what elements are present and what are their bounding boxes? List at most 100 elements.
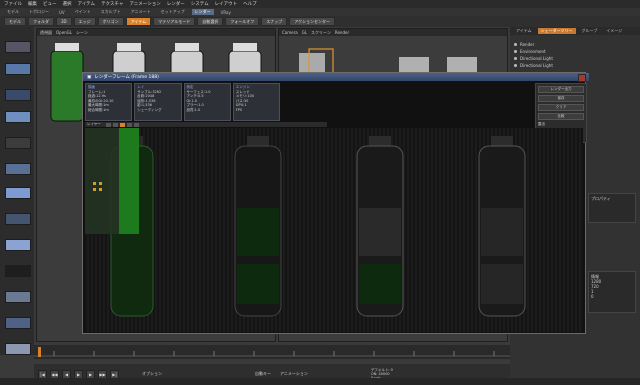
menu-item[interactable]: アイテム (78, 1, 96, 7)
preset-thumb[interactable] (5, 137, 31, 149)
menu-layout[interactable]: レイアウト (215, 1, 238, 7)
tab-groups[interactable]: グループ (579, 28, 601, 34)
menu-render[interactable]: レンダー (167, 1, 185, 7)
stats-line: 総合時間:1m (88, 107, 109, 112)
preset-thumb[interactable] (5, 265, 31, 277)
menu-file[interactable]: ファイル (4, 1, 22, 7)
menu-animation[interactable]: アニメーション (129, 1, 160, 7)
preset-thumb[interactable] (5, 111, 31, 123)
menu-texture[interactable]: テクスチャ (101, 1, 123, 7)
tab-setup[interactable]: セットアップ (158, 9, 188, 15)
animation-label[interactable]: アニメーション (280, 371, 308, 377)
tab-items[interactable]: アイテム (513, 28, 535, 34)
preset-thumb[interactable] (5, 187, 31, 199)
preset-thumb[interactable] (5, 89, 31, 101)
tab-sculpt[interactable]: スカルプト (98, 9, 124, 15)
viewport-tab[interactable]: シーン (76, 30, 88, 36)
tab-topology[interactable]: トポロジー (26, 9, 52, 15)
viewport-tab[interactable]: Render (335, 30, 349, 35)
exposure-label: 露出 (538, 122, 545, 126)
info-value: 0 (591, 294, 594, 299)
preset-thumb[interactable] (5, 213, 31, 225)
tool-snap-button[interactable]: スナップ (261, 17, 288, 26)
preset-thumb[interactable] (5, 163, 31, 175)
properties-section: プロパティ (588, 193, 636, 223)
save-button[interactable]: 保存 (538, 95, 584, 102)
tree-item[interactable]: Directional Light (514, 62, 553, 68)
main-toolbar: モデル フォルダ 3D エッジ ポリゴン アイテム マテリアルモード 自動選択 … (0, 16, 640, 27)
render-image[interactable] (85, 128, 583, 332)
tab-paint[interactable]: ペイント (72, 9, 94, 15)
visibility-icon[interactable] (514, 56, 517, 60)
visibility-icon[interactable] (514, 42, 517, 46)
window-titlebar[interactable]: ▣ レンダーフレーム (Frame 188) (83, 73, 589, 82)
menu-bar: ファイル 編集 ビュー 選択 アイテム テクスチャ アニメーション レンダー シ… (0, 0, 640, 8)
info-section: 情報 1280 720 1 0 (588, 271, 636, 313)
tab-model[interactable]: モデル (4, 9, 22, 15)
tool-autoselect-button[interactable]: 自動選択 (197, 17, 224, 26)
tool-material-button[interactable]: マテリアルモード (153, 17, 196, 26)
menu-system[interactable]: システム (191, 1, 209, 7)
tool-item-button[interactable]: アイテム (125, 17, 152, 26)
tool-edge-button[interactable]: エッジ (73, 17, 96, 26)
layer-slot[interactable] (126, 122, 132, 127)
tool-3d-button[interactable]: 3D (56, 17, 72, 26)
menu-help[interactable]: ヘルプ (243, 1, 257, 7)
clear-button[interactable]: クリア (538, 104, 584, 111)
tree-item-label: Render (520, 41, 535, 47)
preset-thumb[interactable] (5, 41, 31, 53)
render-stats: 描画 フレーム:1 経過:12.9s 最初のGI:20.10 最大時間:1m 総… (85, 83, 280, 121)
layer-label: レイヤー (87, 122, 101, 126)
preset-thumb[interactable] (5, 291, 31, 303)
tab-vray[interactable]: VRay (218, 10, 234, 15)
preset-thumb[interactable] (5, 343, 31, 355)
options-label[interactable]: オプション (142, 371, 162, 377)
window-title: レンダーフレーム (Frame 188) (94, 75, 159, 80)
render-canvas (85, 128, 526, 317)
viewport-tab[interactable]: スクリーン (311, 30, 331, 36)
layer-slot[interactable] (112, 122, 118, 127)
layer-slot[interactable] (133, 122, 139, 127)
compare-button[interactable]: 比較 (538, 113, 584, 120)
tab-images[interactable]: イメージ (603, 28, 625, 34)
tree-item-label: Directional Light (520, 62, 553, 68)
menu-view[interactable]: ビュー (43, 1, 57, 7)
tool-actioncenter-button[interactable]: アクションセンター (289, 17, 336, 26)
stats-column: エンジン スレッド メモリ:100 パス:30 GPU:1 FPS (232, 83, 280, 121)
stats-column: レイ サンプル:3262 反射:2048 屈折:1,536 影:1,536 シェ… (134, 83, 182, 121)
tab-render[interactable]: レンダー (191, 9, 214, 15)
menu-edit[interactable]: 編集 (28, 1, 37, 7)
timeline[interactable] (34, 345, 510, 359)
render-frame-window[interactable]: ▣ レンダーフレーム (Frame 188) 描画 フレーム:1 経過:12.9… (82, 72, 589, 334)
close-icon[interactable] (578, 74, 586, 82)
layout-tabs: モデル トポロジー UV ペイント スカルプト アニメート セットアップ レンダ… (0, 8, 640, 16)
preset-thumb[interactable] (5, 317, 31, 329)
layer-slot[interactable] (119, 122, 125, 127)
viewport-header: 透視図 OpenGL シーン (37, 29, 275, 36)
tool-falloff-button[interactable]: フォールオフ (225, 17, 260, 26)
visibility-icon[interactable] (514, 63, 517, 67)
right-panel-tabs: アイテム シェーダーツリー グループ イメージ (510, 27, 640, 35)
section-label: プロパティ (591, 196, 611, 201)
tool-polygon-button[interactable]: ポリゴン (97, 17, 124, 26)
tree-item[interactable]: Directional Light (514, 55, 553, 61)
preset-thumb[interactable] (5, 239, 31, 251)
viewport-tab[interactable]: OpenGL (56, 30, 72, 35)
tab-animate[interactable]: アニメート (128, 9, 154, 15)
visibility-icon[interactable] (514, 49, 517, 53)
tab-shader-tree[interactable]: シェーダーツリー (537, 28, 576, 34)
tree-item-label: Environment (520, 48, 546, 54)
tree-item[interactable]: Environment (514, 48, 546, 54)
stats-line: シェーディング (137, 107, 162, 112)
autokey-label[interactable]: 自動キー (255, 371, 271, 377)
menu-select[interactable]: 選択 (63, 1, 72, 7)
preset-thumb[interactable] (5, 63, 31, 75)
viewport-title: 透視図 (40, 29, 52, 35)
tab-uv[interactable]: UV (56, 10, 68, 15)
render-output-button[interactable]: レンダー出力 (538, 86, 584, 93)
layer-slot[interactable] (105, 122, 111, 127)
viewport-tab[interactable]: GL (302, 30, 307, 35)
tool-folder-button[interactable]: フォルダ (28, 17, 54, 26)
tool-model-button[interactable]: モデル (4, 17, 26, 26)
tree-item[interactable]: Render (514, 41, 534, 47)
